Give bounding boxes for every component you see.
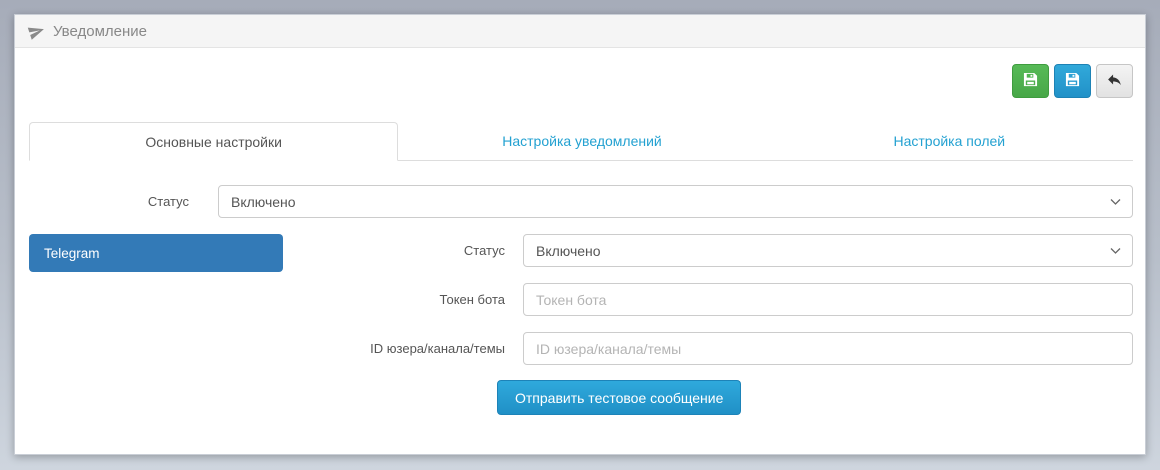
telegram-settings-form: Статус Включено Токен бота xyxy=(283,234,1133,415)
bot-token-row: Токен бота xyxy=(283,283,1133,316)
send-test-message-button[interactable]: Отправить тестовое сообщение xyxy=(497,380,741,415)
chat-id-row: ID юзера/канала/темы xyxy=(283,332,1133,365)
channel-label: Telegram xyxy=(44,246,100,261)
telegram-status-row: Статус Включено xyxy=(283,234,1133,267)
bot-token-input[interactable] xyxy=(523,283,1133,316)
floppy-icon xyxy=(1065,72,1080,90)
chat-id-label: ID юзера/канала/темы xyxy=(283,341,505,356)
chat-id-input[interactable] xyxy=(523,332,1133,365)
tab-general-settings[interactable]: Основные настройки xyxy=(29,122,398,161)
telegram-status-select[interactable]: Включено xyxy=(523,234,1133,267)
tab-field-settings[interactable]: Настройка полей xyxy=(766,122,1133,161)
page-title: Уведомление xyxy=(53,23,147,40)
bot-token-label: Токен бота xyxy=(283,292,505,307)
back-button[interactable] xyxy=(1096,64,1133,98)
channel-list: Telegram xyxy=(29,234,283,272)
reply-icon xyxy=(1106,71,1123,91)
panel-heading: Уведомление xyxy=(15,15,1145,48)
toolbar xyxy=(29,64,1133,98)
settings-tabs: Основные настройки Настройка уведомлений… xyxy=(29,122,1133,161)
status-form-row: Статус Включено xyxy=(29,185,1133,218)
save-stay-button[interactable] xyxy=(1054,64,1091,98)
status-select[interactable]: Включено xyxy=(218,185,1133,218)
telegram-status-label: Статус xyxy=(283,243,505,258)
status-label: Статус xyxy=(29,194,189,209)
tab-notification-settings[interactable]: Настройка уведомлений xyxy=(398,122,765,161)
notification-panel: Уведомление Основные настройки Наст xyxy=(14,14,1146,455)
floppy-icon xyxy=(1023,72,1038,90)
channel-row: Telegram Статус Включено xyxy=(29,234,1133,415)
channel-item-telegram[interactable]: Telegram xyxy=(29,234,283,272)
paper-plane-icon xyxy=(26,20,47,41)
save-button[interactable] xyxy=(1012,64,1049,98)
